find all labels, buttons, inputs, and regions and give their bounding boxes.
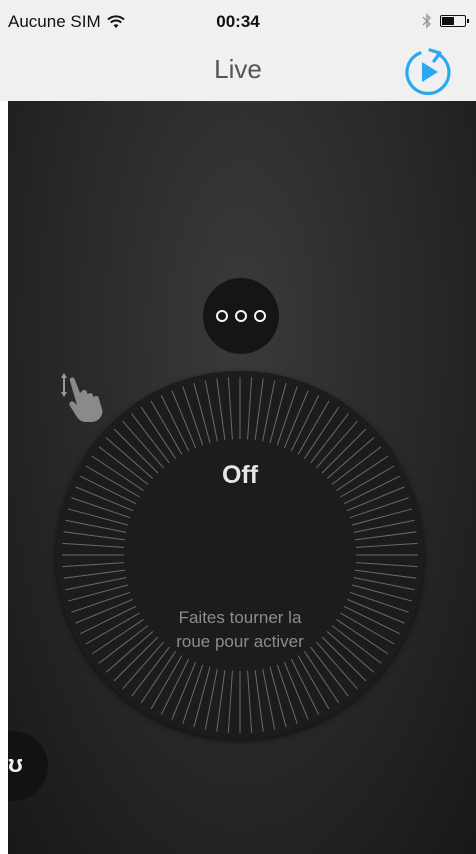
corner-button[interactable]: ʊ [8, 731, 48, 801]
nav-bar: Live [0, 44, 476, 101]
replay-button[interactable] [403, 47, 453, 97]
dial-tick [354, 569, 417, 579]
dial-tick [227, 670, 233, 733]
dial-tick [227, 377, 233, 440]
battery-fill [442, 17, 454, 25]
status-bar: Aucune SIM 00:34 [0, 0, 476, 44]
dial-tick [182, 664, 204, 724]
dial-tick [355, 562, 418, 568]
dial-tick [62, 542, 125, 548]
dial-hint-line1: Faites tourner la [178, 608, 302, 627]
screen: Aucune SIM 00:34 Live Off Faites tourner… [0, 0, 476, 854]
dial-tick [71, 497, 131, 519]
dial-tick [283, 390, 309, 449]
live-view: Off Faites tourner la roue pour activer … [8, 101, 476, 854]
dial-tick [171, 661, 197, 720]
more-dots-icon [216, 310, 228, 322]
dial-status: Off [221, 461, 259, 489]
battery-nub [467, 19, 469, 23]
dial-tick [354, 531, 417, 541]
dial-tick [62, 562, 125, 568]
dial-tick [346, 486, 405, 512]
dial-tick [216, 378, 226, 441]
dial-tick [254, 669, 264, 732]
status-right [422, 12, 469, 30]
dial-tick [355, 542, 418, 548]
dial-tick [75, 486, 134, 512]
battery-icon [440, 15, 469, 27]
dial-tick [247, 670, 253, 733]
replay-play-icon [405, 48, 451, 96]
dial-hint-line2: roue pour activer [176, 632, 304, 651]
dial-tick [276, 664, 298, 724]
more-button[interactable] [203, 278, 279, 354]
dial-tick [63, 531, 126, 541]
dial-tick [247, 377, 253, 440]
status-time: 00:34 [216, 12, 260, 31]
more-dots-icon [235, 310, 247, 322]
dial-tick [216, 669, 226, 732]
more-dots-icon [254, 310, 266, 322]
bluetooth-icon [422, 13, 431, 29]
dial-tick [182, 386, 204, 446]
left-edge-strip [0, 101, 8, 854]
dial-tick [283, 661, 309, 720]
dial-hint: Faites tourner la roue pour activer [56, 606, 424, 654]
rotary-dial[interactable]: Off Faites tourner la roue pour activer [56, 371, 424, 739]
dial-tick [254, 378, 264, 441]
dial-tick [171, 390, 197, 449]
dial-tick [63, 569, 126, 579]
dial-tick [276, 386, 298, 446]
corner-glyph: ʊ [8, 751, 23, 778]
dial-tick [349, 497, 409, 519]
rotate-hand-icon [61, 373, 103, 422]
